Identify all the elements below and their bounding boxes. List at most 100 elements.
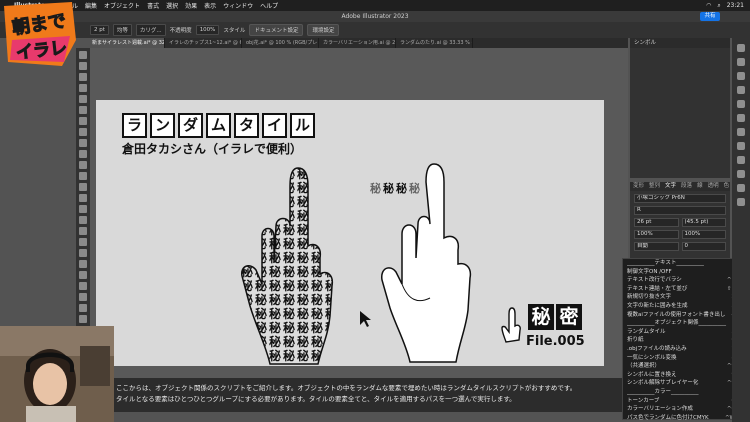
document-tab[interactable]: イラレのチップス1~12.ai* @ 62.34 % xyxy=(165,38,242,48)
tab-character[interactable]: 文字 xyxy=(665,182,676,191)
graphic-styles-panel-icon[interactable] xyxy=(737,142,745,150)
color-panel-icon[interactable] xyxy=(737,86,745,94)
eyedropper-tool-icon[interactable] xyxy=(79,260,87,268)
menu-view[interactable]: 表示 xyxy=(204,1,216,10)
transparency-panel-icon[interactable] xyxy=(737,198,745,206)
rotate-tool-icon[interactable] xyxy=(79,172,87,180)
tracking-field[interactable]: 0 xyxy=(681,242,726,251)
menubar-clock[interactable]: 23:21 xyxy=(727,2,744,10)
menu-edit[interactable]: 編集 xyxy=(85,1,97,10)
script-menu-item[interactable]: 折り紙6 xyxy=(623,336,739,345)
selection-tool-icon[interactable] xyxy=(79,51,87,59)
script-menu-item[interactable]: 文字の新たに囲みを生成3 xyxy=(623,302,739,311)
symbol-sprayer-tool-icon[interactable] xyxy=(79,282,87,290)
shape-builder-tool-icon[interactable] xyxy=(79,216,87,224)
rectangle-tool-icon[interactable] xyxy=(79,128,87,136)
preferences-button[interactable]: 環境設定 xyxy=(307,24,340,36)
appearance-panel-icon[interactable] xyxy=(737,156,745,164)
document-tab[interactable]: ランダムのたり.ai @ 33.33 % (CMYK/プ... xyxy=(396,38,473,48)
font-style-select[interactable]: R xyxy=(634,206,726,215)
horizontal-scale-field[interactable]: 100% xyxy=(681,230,726,239)
script-menu-item[interactable]: パス色でランダムに色付けCMYK ^W xyxy=(623,414,739,422)
script-menu-item[interactable]: トーンカーブ0 xyxy=(623,397,739,406)
properties-panel-icon[interactable] xyxy=(737,44,745,52)
mesh-tool-icon[interactable] xyxy=(79,238,87,246)
width-tool-icon[interactable] xyxy=(79,194,87,202)
tab-color[interactable]: 色 xyxy=(724,182,730,191)
vertical-scale-field[interactable]: 100% xyxy=(634,230,679,239)
menu-help[interactable]: ヘルプ xyxy=(260,1,278,10)
line-tool-icon[interactable] xyxy=(79,117,87,125)
tab-transform[interactable]: 変形 xyxy=(633,182,644,191)
stroke-panel-icon[interactable] xyxy=(737,170,745,178)
script-menu-item[interactable]: 制御文字ON /OFF1 xyxy=(623,268,739,277)
document-tab[interactable]: カラーバリエーション用.ai @ 25 % xyxy=(319,38,396,48)
tab-paragraph[interactable]: 段落 xyxy=(681,182,692,191)
menu-object[interactable]: オブジェクト xyxy=(104,1,140,10)
menu-window[interactable]: ウィンドウ xyxy=(223,1,253,10)
tab-stroke[interactable]: 線 xyxy=(697,182,703,191)
brushes-panel-icon[interactable] xyxy=(737,114,745,122)
hand-tool-icon[interactable] xyxy=(79,315,87,323)
character-panel: 変形 整列 文字 段落 線 透明 色 小塚ゴシック Pr6N R 26 pt (… xyxy=(630,182,730,258)
document-tab[interactable]: 新まサイラレスト週載.ai* @ 32.86 % (RGB/プレビュー) xyxy=(88,38,165,48)
menu-effect[interactable]: 効果 xyxy=(185,1,197,10)
panel-tabs: 変形 整列 文字 段落 線 透明 色 xyxy=(630,182,730,191)
document-setup-button[interactable]: ドキュメント設定 xyxy=(249,24,304,36)
magic-wand-tool-icon[interactable] xyxy=(79,73,87,81)
menu-select[interactable]: 選択 xyxy=(166,1,178,10)
gradient-tool-icon[interactable] xyxy=(79,249,87,257)
tab-transparency[interactable]: 透明 xyxy=(708,182,719,191)
eraser-tool-icon[interactable] xyxy=(79,161,87,169)
script-menu-item[interactable]: テキスト改行でバラシ ^1 xyxy=(623,276,739,285)
scale-tool-icon[interactable] xyxy=(79,183,87,191)
paintbrush-tool-icon[interactable] xyxy=(79,139,87,147)
patterned-hand-illustration[interactable]: 秘 xyxy=(240,166,340,366)
brush-type-select[interactable]: カリグ... xyxy=(135,24,166,36)
script-menu-item[interactable]: カラーバリエーション作成 ^0 xyxy=(623,405,739,414)
document-tab[interactable]: obj花.ai* @ 100 % (RGB/プレビュー) xyxy=(242,38,319,48)
type-tool-icon[interactable] xyxy=(79,106,87,114)
stroke-weight-field[interactable]: 2 pt xyxy=(90,25,109,35)
script-menu-item[interactable]: （共通選択） ^9 xyxy=(623,362,739,371)
search-icon[interactable]: ⌕ xyxy=(717,2,720,10)
menu-type[interactable]: 書式 xyxy=(147,1,159,10)
blend-tool-icon[interactable] xyxy=(79,271,87,279)
artwork-title: ラ ン ダ ム タ イ ル xyxy=(122,113,315,138)
script-menu-item[interactable]: 一気にシンボル変換8 xyxy=(623,354,739,363)
share-button[interactable]: 共有 xyxy=(700,12,720,21)
script-menu-item[interactable]: テキスト連結・左て並び ⇧1 xyxy=(623,285,739,294)
leading-field[interactable]: (45.5 pt) xyxy=(681,218,726,227)
opacity-field[interactable]: 100% xyxy=(195,25,220,35)
layers-panel-icon[interactable] xyxy=(737,58,745,66)
script-menu-item[interactable]: シンボル解除サブレイヤー化 ^9 xyxy=(623,379,739,388)
curvature-tool-icon[interactable] xyxy=(79,95,87,103)
symbols-panel-icon[interactable] xyxy=(737,128,745,136)
script-menu-item[interactable]: 新規切り抜き文字2 xyxy=(623,293,739,302)
perspective-tool-icon[interactable] xyxy=(79,227,87,235)
script-menu-item[interactable]: 複数aiファイルの使用フォント書き出し4 xyxy=(623,311,739,320)
tab-align[interactable]: 整列 xyxy=(649,182,660,191)
webcam-video xyxy=(0,326,114,422)
script-menu-item[interactable]: シンボルに置き換え9 xyxy=(623,371,739,380)
graph-tool-icon[interactable] xyxy=(79,293,87,301)
font-family-select[interactable]: 小塚ゴシック Pr6N xyxy=(634,194,726,203)
pen-tool-icon[interactable] xyxy=(79,84,87,92)
style-label[interactable]: スタイル xyxy=(223,26,245,34)
direct-selection-tool-icon[interactable] xyxy=(79,62,87,70)
brush-profile-select[interactable]: 均等 xyxy=(112,24,132,36)
script-menu-item[interactable]: ランダムタイル5 xyxy=(623,328,739,337)
gradient-panel-icon[interactable] xyxy=(737,184,745,192)
swatches-panel-icon[interactable] xyxy=(737,100,745,108)
pencil-tool-icon[interactable] xyxy=(79,150,87,158)
file-char-tile: 密 xyxy=(556,304,582,330)
artboard-tool-icon[interactable] xyxy=(79,304,87,312)
free-transform-tool-icon[interactable] xyxy=(79,205,87,213)
symbols-panel-tab[interactable]: シンボル xyxy=(630,38,730,48)
wifi-icon[interactable]: ◠ xyxy=(706,2,711,10)
font-size-field[interactable]: 26 pt xyxy=(634,218,679,227)
libraries-panel-icon[interactable] xyxy=(737,72,745,80)
outline-hand-illustration[interactable] xyxy=(378,160,478,365)
script-menu-item[interactable]: .objファイルの読み込み7 xyxy=(623,345,739,354)
kerning-field[interactable]: 自動 xyxy=(634,242,679,251)
